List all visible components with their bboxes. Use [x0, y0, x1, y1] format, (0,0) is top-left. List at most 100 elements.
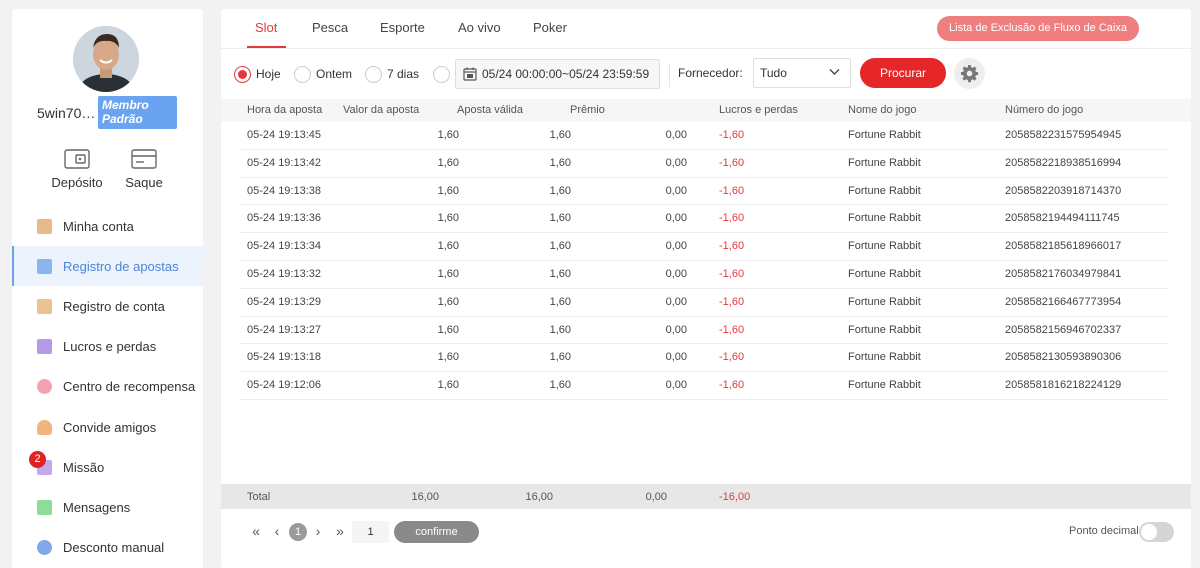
cell-hora: 05-24 19:13:38 — [247, 184, 322, 197]
bet-table: Hora da aposta Valor da aposta Aposta vá… — [221, 99, 1191, 400]
card-icon — [131, 149, 157, 169]
radio-today-label[interactable]: Hoje — [256, 67, 281, 81]
tab-pesca[interactable]: Pesca — [312, 20, 348, 35]
sidebar-item-missao[interactable]: Missão 2 — [12, 447, 203, 487]
cell-hora: 05-24 19:12:06 — [247, 379, 322, 392]
cell-valor: 1,60 — [437, 323, 459, 336]
cell-lucro: -1,60 — [719, 129, 745, 141]
sidebar-item-minha-conta[interactable]: Minha conta — [12, 206, 203, 246]
tab-slot[interactable]: Slot — [255, 20, 277, 35]
col-numero: Número do jogo — [1005, 104, 1084, 116]
cell-premio: 0,00 — [665, 156, 687, 169]
cell-lucro: -1,60 — [719, 379, 745, 392]
radio-yesterday-label[interactable]: Ontem — [316, 67, 352, 81]
cell-valida: 1,60 — [549, 323, 571, 336]
sidebar-item-label: Registro de conta — [63, 298, 165, 314]
cell-numero: 2058582130593890306 — [1005, 351, 1122, 364]
table-header: Hora da aposta Valor da aposta Aposta vá… — [221, 99, 1191, 122]
cell-numero: 2058582156946702337 — [1005, 323, 1122, 336]
sidebar-item-mensagens[interactable]: Mensagens — [12, 487, 203, 527]
cell-premio: 0,00 — [665, 379, 687, 392]
prev-page-icon[interactable]: ‹ — [270, 523, 284, 539]
table-row: 05-24 19:13:34 1,60 1,60 0,00 -1,60 Fortune R… — [239, 233, 1168, 261]
chevron-down-icon — [829, 69, 840, 75]
cell-valor: 1,60 — [437, 212, 459, 225]
cell-hora: 05-24 19:13:42 — [247, 156, 322, 169]
provider-value: Tudo — [760, 66, 787, 80]
col-valor: Valor da aposta — [343, 104, 420, 116]
col-jogo: Nome do jogo — [848, 104, 917, 116]
date-range-value: 05/24 00:00:00~05/24 23:59:59 — [482, 67, 650, 81]
radio-custom[interactable] — [433, 66, 450, 83]
radio-today[interactable] — [234, 66, 251, 83]
provider-select[interactable]: Tudo — [753, 58, 851, 88]
discount-icon — [37, 540, 52, 556]
cell-jogo: Fortune Rabbit — [848, 267, 921, 280]
page-number-input[interactable]: 1 — [352, 521, 389, 543]
sidebar-item-registro-conta[interactable]: Registro de conta — [12, 286, 203, 326]
sidebar-menu: Minha conta Registro de apostas Registro… — [12, 206, 203, 568]
current-page[interactable]: 1 — [289, 523, 307, 541]
cell-lucro: -1,60 — [719, 323, 745, 336]
tab-poker[interactable]: Poker — [533, 20, 567, 35]
sidebar-item-convide-amigos[interactable]: Convide amigos — [12, 407, 203, 447]
first-page-icon[interactable]: « — [249, 523, 263, 539]
withdraw-button[interactable]: Saque — [114, 149, 174, 190]
cell-lucro: -1,60 — [719, 212, 745, 225]
next-page-icon[interactable]: › — [311, 523, 325, 539]
cell-jogo: Fortune Rabbit — [848, 184, 921, 197]
message-icon — [37, 499, 52, 515]
settings-button[interactable] — [954, 58, 985, 89]
cell-hora: 05-24 19:13:29 — [247, 295, 322, 308]
tab-esporte[interactable]: Esporte — [380, 20, 425, 35]
main-panel: Slot Pesca Esporte Ao vivo Poker Lista d… — [221, 9, 1191, 568]
sidebar: 5win70… Membro Padrão Depósito Saque Min… — [12, 9, 203, 568]
confirm-page-button[interactable]: confirme — [394, 521, 479, 543]
cell-hora: 05-24 19:13:32 — [247, 267, 322, 280]
reward-icon — [37, 379, 52, 395]
cell-valida: 1,60 — [549, 184, 571, 197]
col-lucros: Lucros e perdas — [719, 104, 798, 116]
radio-7days-label[interactable]: 7 dias — [387, 67, 419, 81]
cell-valor: 1,60 — [437, 295, 459, 308]
cell-numero: 2058582203918714370 — [1005, 184, 1122, 197]
sidebar-item-registro-apostas[interactable]: Registro de apostas — [12, 246, 203, 287]
radio-yesterday[interactable] — [294, 66, 311, 83]
date-range-picker[interactable]: 05/24 00:00:00~05/24 23:59:59 — [455, 59, 660, 89]
tab-ao-vivo[interactable]: Ao vivo — [458, 20, 501, 35]
sidebar-item-label: Mensagens — [63, 499, 131, 515]
cell-jogo: Fortune Rabbit — [848, 295, 921, 308]
cell-jogo: Fortune Rabbit — [848, 323, 921, 336]
account-record-icon — [37, 298, 52, 314]
search-button[interactable]: Procurar — [860, 58, 946, 88]
exclusion-list-button[interactable]: Lista de Exclusão de Fluxo de Caixa — [937, 16, 1139, 41]
active-tab-indicator — [247, 46, 286, 48]
cell-hora: 05-24 19:13:27 — [247, 323, 322, 336]
cell-jogo: Fortune Rabbit — [848, 212, 921, 225]
last-page-icon[interactable]: » — [333, 523, 347, 539]
cell-premio: 0,00 — [665, 240, 687, 253]
cell-valor: 1,60 — [437, 156, 459, 169]
total-label: Total — [247, 491, 271, 503]
total-premio: 0,00 — [645, 491, 667, 503]
pagination: « ‹ 1 › » 1 confirme Ponto decimal — [221, 519, 1191, 545]
decimal-toggle[interactable] — [1139, 522, 1174, 542]
sidebar-item-label: Convide amigos — [63, 419, 157, 435]
avatar[interactable] — [73, 26, 139, 92]
table-row: 05-24 19:13:29 1,60 1,60 0,00 -1,60 Fortune R… — [239, 289, 1168, 317]
invite-icon — [37, 419, 52, 435]
sidebar-item-lucros-perdas[interactable]: Lucros e perdas — [12, 327, 203, 367]
mission-count-badge: 2 — [29, 451, 46, 469]
deposit-label: Depósito — [51, 175, 103, 190]
cell-premio: 0,00 — [665, 267, 687, 280]
sidebar-item-desconto-manual[interactable]: Desconto manual — [12, 528, 203, 568]
cell-lucro: -1,60 — [719, 156, 745, 169]
radio-7days[interactable] — [365, 66, 382, 83]
calendar-icon — [463, 67, 477, 81]
deposit-button[interactable]: Depósito — [47, 149, 107, 190]
coins-icon — [37, 218, 52, 234]
cell-jogo: Fortune Rabbit — [848, 379, 921, 392]
cell-valida: 1,60 — [549, 129, 571, 141]
cell-jogo: Fortune Rabbit — [848, 351, 921, 364]
sidebar-item-centro-recompensa[interactable]: Centro de recompensa — [12, 367, 203, 407]
